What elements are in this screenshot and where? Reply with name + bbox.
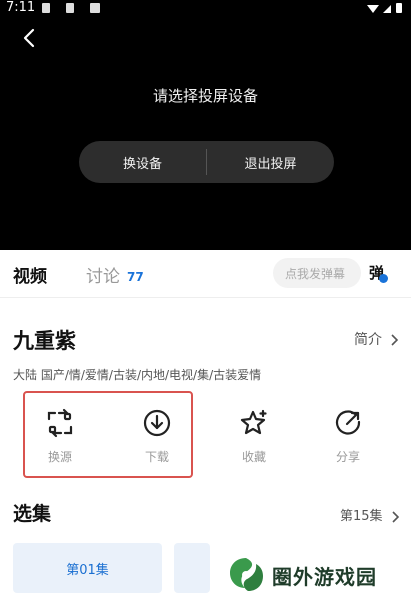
signal-battery-icon <box>367 3 402 13</box>
watermark-logo-icon <box>230 558 263 591</box>
back-arrow-icon[interactable] <box>18 26 42 50</box>
notification-icon <box>42 3 50 13</box>
intro-label: 简介 <box>354 332 382 348</box>
episodes-count-label: 第15集 <box>340 509 383 524</box>
intro-link[interactable]: 简介 <box>354 329 400 349</box>
share-icon <box>335 410 361 435</box>
notification-icon <box>90 3 100 13</box>
switch-source-button[interactable]: 换源 <box>30 408 90 465</box>
favorite-label: 收藏 <box>241 450 266 464</box>
switch-source-label: 换源 <box>47 450 72 464</box>
episodes-count-link[interactable]: 第15集 <box>340 505 401 524</box>
download-label: 下载 <box>144 450 169 464</box>
download-icon <box>143 409 171 437</box>
chevron-right-icon <box>392 510 399 523</box>
favorite-button[interactable]: 收藏 <box>224 408 284 465</box>
danmaku-toggle-button[interactable]: 弹 <box>369 262 389 283</box>
tab-discuss[interactable]: 讨论 <box>86 262 120 287</box>
page-title: 九重紫 <box>13 329 76 353</box>
status-bar: 7:11 <box>0 0 411 18</box>
switch-device-button[interactable]: 换设备 <box>79 141 206 183</box>
share-label: 分享 <box>335 450 360 464</box>
chevron-right-icon <box>391 334 399 346</box>
video-player[interactable]: 7:11 请选择投屏设备 换设备 退出投屏 <box>0 0 411 250</box>
cast-device-prompt: 请选择投屏设备 <box>152 87 258 105</box>
download-button[interactable]: 下载 <box>127 408 187 465</box>
danmaku-input[interactable]: 点我发弹幕 <box>273 258 361 288</box>
watermark-text: 圈外游戏园 <box>272 564 377 589</box>
show-tags: 大陆 国产/情/爱情/古装/内地/电视/集/古装爱情 <box>13 368 262 382</box>
notification-icon <box>66 3 74 13</box>
star-icon <box>240 409 267 435</box>
watermark: 圈外游戏园 <box>226 553 406 597</box>
danmaku-on-indicator <box>379 274 389 283</box>
share-button[interactable]: 分享 <box>318 408 378 465</box>
exit-cast-button[interactable]: 退出投屏 <box>207 141 334 183</box>
episodes-title: 选集 <box>13 503 52 525</box>
status-time: 7:11 <box>6 0 36 15</box>
episode-item[interactable] <box>174 543 210 593</box>
episode-item[interactable]: 第01集 <box>13 543 162 593</box>
switch-source-icon <box>47 408 73 438</box>
video-detail-screen: 7:11 请选择投屏设备 换设备 退出投屏 视频 讨论 77 点我发弹幕 弹 九… <box>0 0 411 600</box>
cast-controls: 换设备 退出投屏 <box>79 141 334 183</box>
tab-video[interactable]: 视频 <box>13 262 47 287</box>
discuss-count-badge: 77 <box>127 270 144 284</box>
